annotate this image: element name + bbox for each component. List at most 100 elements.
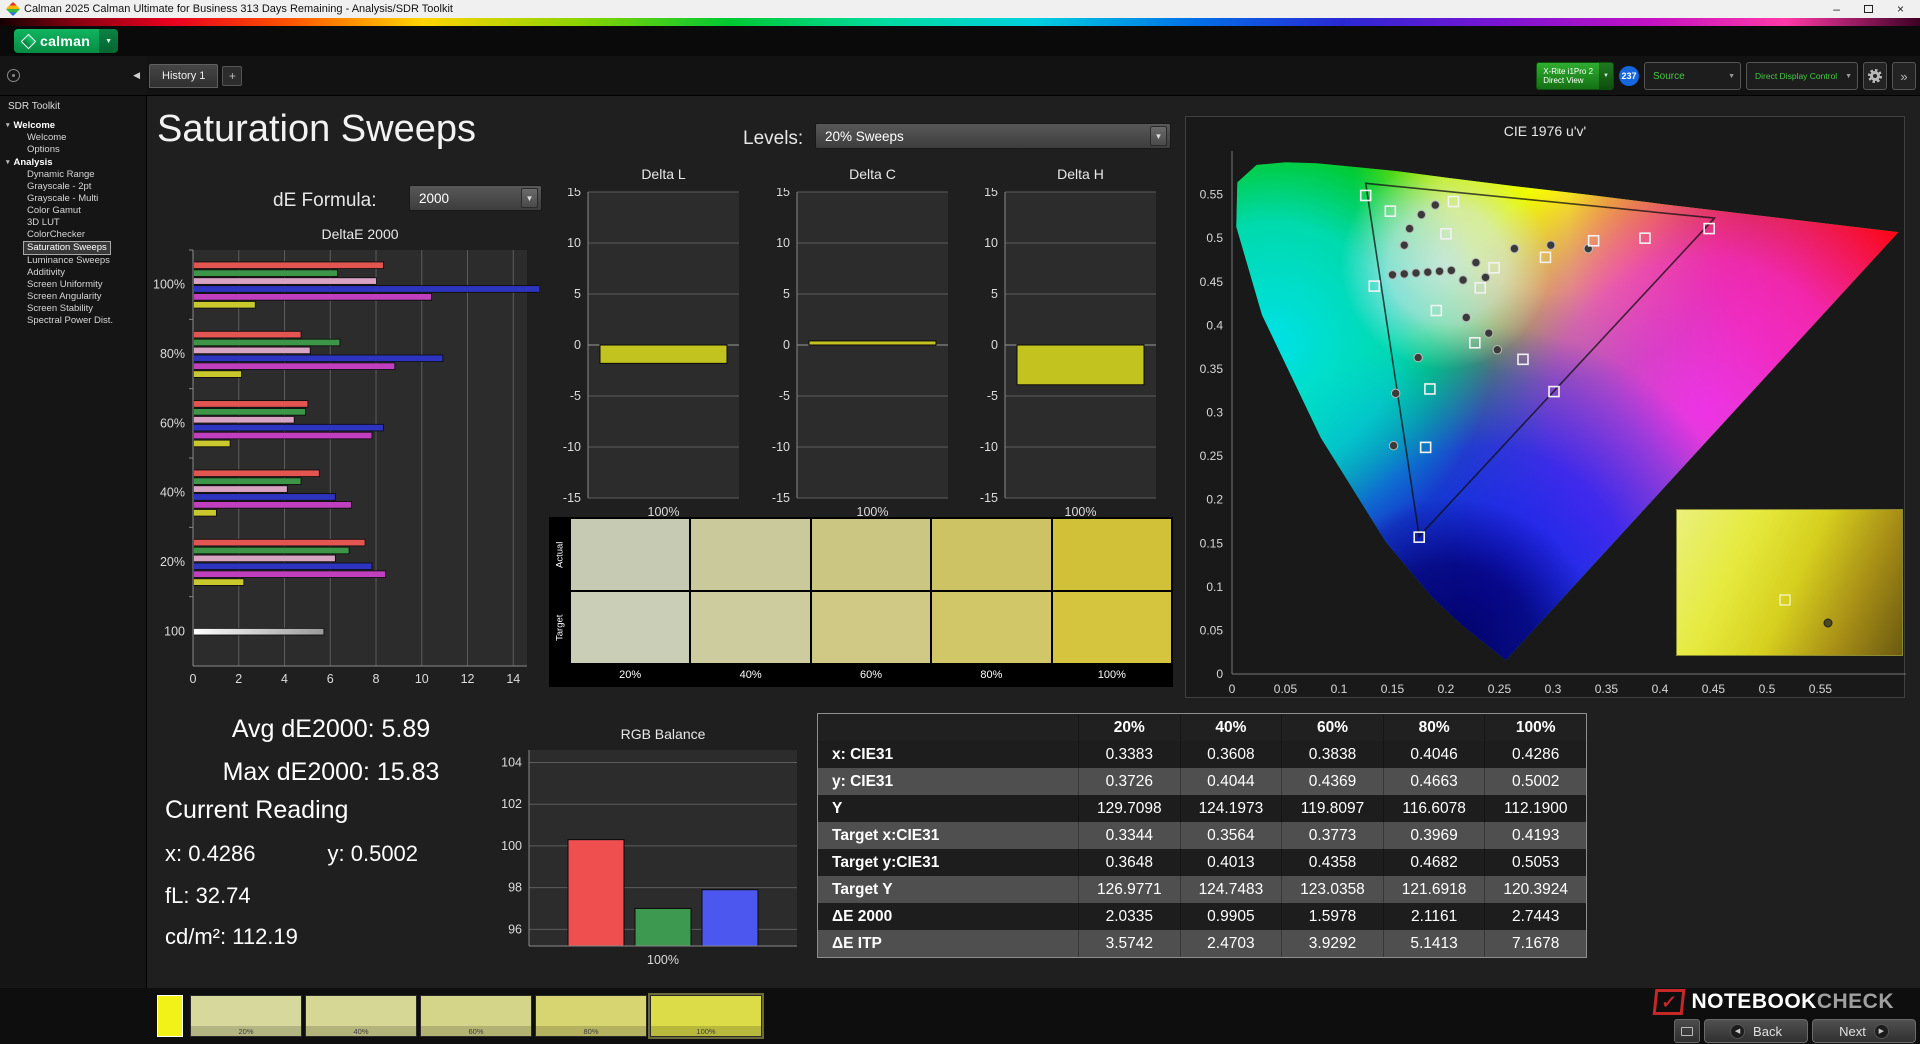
source-label: Source [1653, 70, 1685, 82]
svg-text:-15: -15 [980, 491, 998, 505]
patch-thumbnail-80[interactable]: 80% [535, 995, 647, 1037]
current-y-value: y: 0.5002 [327, 841, 419, 866]
actual-swatch-80 [932, 519, 1051, 590]
tree-group-analysis[interactable]: ▾ Analysis [0, 156, 146, 169]
table-row-e-2000: ΔE 2000 2.0335 0.9905 1.5978 2.1161 2.7443 [818, 903, 1586, 930]
tab-history-1[interactable]: History 1 [149, 63, 219, 88]
sidebar-item-colorchecker[interactable]: ColorChecker [24, 229, 88, 241]
patch-thumbnail-label: 100% [651, 1026, 761, 1036]
table-row-label: Target x:CIE31 [832, 826, 940, 844]
sidebar-item-spectral-power-dist[interactable]: Spectral Power Dist. [24, 315, 116, 327]
sidebar-item-additivity[interactable]: Additivity [24, 267, 68, 279]
table-cell: 0.3608 [1179, 741, 1282, 768]
minimize-button[interactable]: – [1833, 3, 1840, 15]
table-cell: 3.5742 [1078, 930, 1180, 957]
svg-text:6: 6 [327, 672, 334, 686]
maximize-button[interactable] [1863, 4, 1873, 14]
svg-text:0: 0 [991, 338, 998, 352]
chevron-down-icon: ▼ [1845, 72, 1852, 80]
back-arrow-icon: ◀ [1730, 1023, 1746, 1039]
svg-text:10: 10 [984, 236, 998, 250]
patch-thumbnail-40[interactable]: 40% [305, 995, 417, 1037]
table-cell: 0.5002 [1484, 768, 1586, 795]
svg-text:-15: -15 [563, 491, 581, 505]
display-control-dropdown[interactable]: Direct Display Control ▼ [1746, 62, 1858, 90]
svg-text:-5: -5 [987, 389, 998, 403]
table-row-label: Y [832, 799, 843, 817]
table-row-y: Y 129.7098 124.1973 119.8097 116.6078 112.190… [818, 795, 1586, 822]
sidebar-item-screen-angularity[interactable]: Screen Angularity [24, 291, 104, 303]
svg-text:12: 12 [461, 672, 475, 686]
sidebar-item-welcome[interactable]: Welcome [24, 132, 69, 144]
table-cell: 7.1678 [1484, 930, 1586, 957]
sidebar-item-screen-uniformity[interactable]: Screen Uniformity [24, 279, 106, 291]
table-cell: 5.1413 [1382, 930, 1485, 957]
sidebar-item-options[interactable]: Options [24, 144, 63, 156]
table-cell: 116.6078 [1382, 795, 1485, 822]
patch-thumbnail-60[interactable]: 60% [420, 995, 532, 1037]
pin-icon[interactable] [7, 69, 20, 82]
next-label: Next [1839, 1023, 1866, 1039]
table-cell: 0.3773 [1281, 822, 1383, 849]
sidebar-item-grayscale-multi[interactable]: Grayscale - Multi [24, 193, 101, 205]
gear-icon [1868, 69, 1882, 83]
chart-title: Delta C [849, 166, 896, 182]
add-tab-button[interactable]: + [222, 65, 243, 86]
next-button[interactable]: Next ▶ [1812, 1019, 1916, 1043]
sidebar-item-saturation-sweeps[interactable]: Saturation Sweeps [23, 241, 111, 255]
page-title: Saturation Sweeps [157, 108, 476, 150]
table-column-header: 60% [1281, 714, 1383, 741]
analysis-workspace: Saturation Sweeps Levels: 20% Sweeps ▼ d… [147, 96, 1920, 988]
svg-text:15: 15 [776, 188, 790, 199]
svg-text:96: 96 [508, 922, 522, 936]
table-cell: 129.7098 [1078, 795, 1180, 822]
measurement-table: 20% 40% 60% 80% 100% x: CIE31 0.3383 0.3608 0.38… [817, 713, 1587, 958]
svg-text:0.3: 0.3 [1206, 406, 1223, 420]
chevron-down-icon: ▼ [1150, 126, 1167, 146]
meter-select-button[interactable]: X-Rite i1Pro 2 Direct View ▼ [1536, 62, 1614, 90]
calman-logo-icon [20, 33, 37, 49]
table-cell: 0.4682 [1382, 849, 1485, 876]
sidebar-item-dynamic-range[interactable]: Dynamic Range [24, 169, 98, 181]
panel-expand-button[interactable]: » [1892, 62, 1916, 90]
calman-menu-button[interactable]: calman ▼ [14, 29, 118, 53]
chart-title: CIE 1976 u'v' [1503, 123, 1587, 139]
sidebar-item-color-gamut[interactable]: Color Gamut [24, 205, 84, 217]
back-button[interactable]: ◀ Back [1704, 1019, 1808, 1043]
table-cell: 0.4358 [1281, 849, 1383, 876]
table-cell: 0.4046 [1382, 741, 1485, 768]
table-cell: 0.4044 [1179, 768, 1282, 795]
close-button[interactable]: × [1897, 3, 1904, 15]
svg-text:10: 10 [776, 236, 790, 250]
chart-title: Delta H [1057, 166, 1104, 182]
sidebar-item-screen-stability[interactable]: Screen Stability [24, 303, 96, 315]
sidebar-item-grayscale-2pt[interactable]: Grayscale - 2pt [24, 181, 94, 193]
tree-group-welcome[interactable]: ▾ Welcome [0, 119, 146, 132]
patch-thumbnail-100[interactable]: 100% [648, 993, 764, 1039]
source-dropdown[interactable]: Source ▼ [1644, 62, 1741, 90]
levels-dropdown[interactable]: 20% Sweeps ▼ [815, 123, 1171, 149]
screen-button[interactable] [1674, 1019, 1700, 1043]
table-cell: 0.4013 [1179, 849, 1282, 876]
svg-text:0: 0 [783, 338, 790, 352]
table-cell: 123.0358 [1281, 876, 1383, 903]
display-control-label: Direct Display Control [1755, 71, 1838, 81]
svg-text:0.25: 0.25 [1488, 682, 1512, 696]
target-swatch-80 [932, 592, 1051, 663]
profile-count-badge[interactable]: 237 [1619, 66, 1639, 86]
sidebar-collapse-button[interactable]: ◀ [133, 70, 140, 81]
patch-thumbnail-20[interactable]: 20% [190, 995, 302, 1037]
sidebar-item-luminance-sweeps[interactable]: Luminance Sweeps [24, 255, 113, 267]
table-row-label: ΔE ITP [832, 934, 882, 952]
svg-text:0.2: 0.2 [1206, 493, 1223, 507]
settings-gear-button[interactable] [1863, 62, 1887, 90]
table-row-e-itp: ΔE ITP 3.5742 2.4703 3.9292 5.1413 7.1678 [818, 930, 1586, 957]
sidebar-item-3d-lut[interactable]: 3D LUT [24, 217, 63, 229]
swatch-row-label-target: Target [554, 614, 566, 641]
chevron-down-icon: ▼ [1728, 72, 1735, 80]
table-row-y-cie31: y: CIE31 0.3726 0.4044 0.4369 0.4663 0.5002 [818, 768, 1586, 795]
svg-text:5: 5 [991, 287, 998, 301]
cie-1976-panel: CIE 1976 u'v' 0 0.05 0.1 0.15 0.2 0.25 0.3 0.35… [1185, 116, 1906, 698]
de-formula-dropdown[interactable]: 2000 ▼ [409, 185, 542, 211]
current-patch-swatch[interactable] [157, 995, 183, 1037]
